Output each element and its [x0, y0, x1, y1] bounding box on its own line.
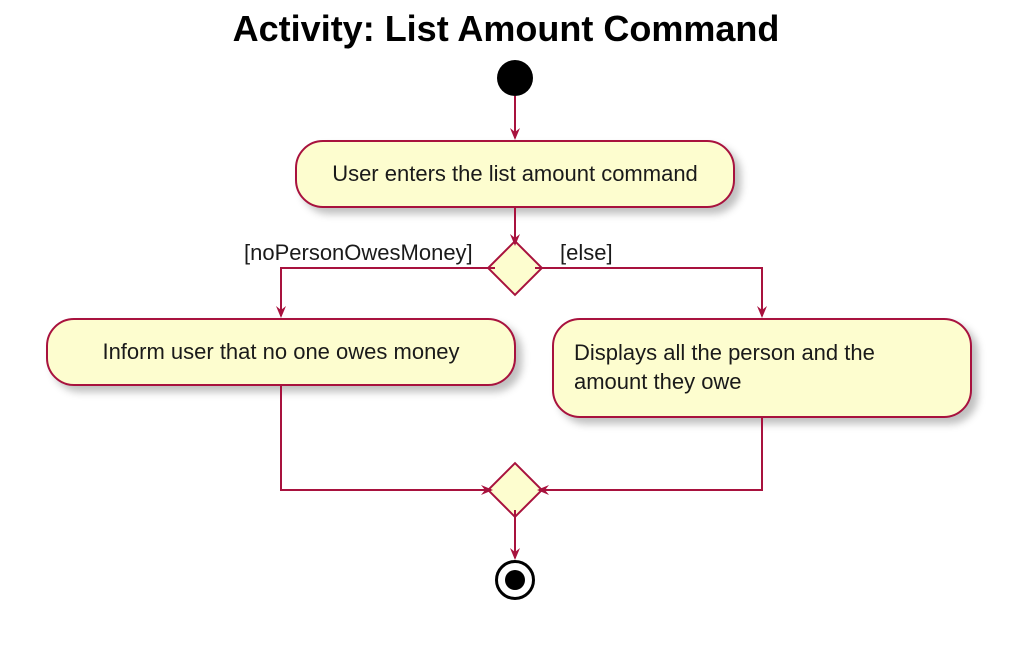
diagram-title: Activity: List Amount Command	[0, 8, 1012, 50]
activity-label: Inform user that no one owes money	[102, 339, 459, 365]
activity-label: Displays all the person and the amount t…	[574, 339, 950, 396]
start-node	[497, 60, 533, 96]
guard-right: [else]	[560, 240, 613, 266]
guard-left: [noPersonOwesMoney]	[244, 240, 473, 266]
activity-label: User enters the list amount command	[332, 161, 698, 187]
activity-no-one-owes: Inform user that no one owes money	[46, 318, 516, 386]
decision-owes-money	[487, 240, 544, 297]
activity-enter-command: User enters the list amount command	[295, 140, 735, 208]
end-node	[495, 560, 535, 600]
activity-display-all: Displays all the person and the amount t…	[552, 318, 972, 418]
merge-node	[487, 462, 544, 519]
